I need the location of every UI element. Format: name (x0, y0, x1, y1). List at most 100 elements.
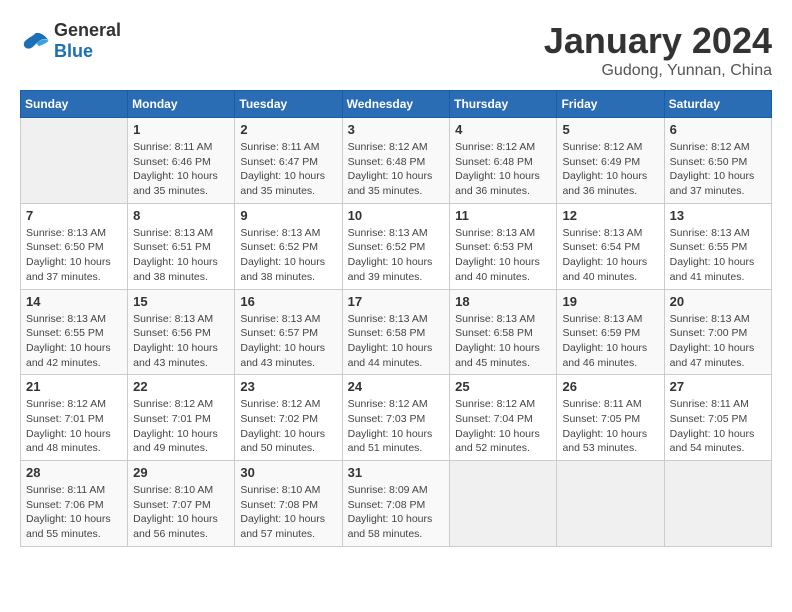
day-info: Sunrise: 8:11 AM Sunset: 7:06 PM Dayligh… (26, 483, 122, 542)
day-info: Sunrise: 8:13 AM Sunset: 6:50 PM Dayligh… (26, 226, 122, 285)
day-info: Sunrise: 8:13 AM Sunset: 6:58 PM Dayligh… (455, 312, 551, 371)
day-info: Sunrise: 8:13 AM Sunset: 6:57 PM Dayligh… (240, 312, 336, 371)
day-number: 8 (133, 208, 229, 223)
header-friday: Friday (557, 91, 664, 118)
calendar-cell-w3-d5: 19 Sunrise: 8:13 AM Sunset: 6:59 PM Dayli… (557, 289, 664, 375)
calendar-week-1: 1 Sunrise: 8:11 AM Sunset: 6:46 PM Daylig… (21, 118, 772, 204)
calendar-cell-w1-d6: 6Sunrise: 8:12 AM Sunset: 6:50 PM Daylig… (664, 118, 771, 204)
day-number: 19 (562, 294, 658, 309)
header-monday: Monday (128, 91, 235, 118)
location-subtitle: Gudong, Yunnan, China (544, 62, 772, 80)
calendar-cell-w1-d0 (21, 118, 128, 204)
calendar-cell-w2-d1: 8 Sunrise: 8:13 AM Sunset: 6:51 PM Daylig… (128, 203, 235, 289)
day-info: Sunrise: 8:13 AM Sunset: 6:58 PM Dayligh… (348, 312, 445, 371)
calendar-cell-w1-d3: 3 Sunrise: 8:12 AM Sunset: 6:48 PM Daylig… (342, 118, 450, 204)
day-info: Sunrise: 8:12 AM Sunset: 7:03 PM Dayligh… (348, 397, 445, 456)
day-number: 12 (562, 208, 658, 223)
day-number: 18 (455, 294, 551, 309)
day-number: 17 (348, 294, 445, 309)
day-number: 5 (562, 122, 658, 137)
day-number: 9 (240, 208, 336, 223)
logo-general: General (54, 20, 121, 40)
day-info: Sunrise: 8:10 AM Sunset: 7:08 PM Dayligh… (240, 483, 336, 542)
calendar-cell-w3-d2: 16Sunrise: 8:13 AM Sunset: 6:57 PM Dayli… (235, 289, 342, 375)
calendar-cell-w3-d1: 15Sunrise: 8:13 AM Sunset: 6:56 PM Dayli… (128, 289, 235, 375)
calendar-cell-w2-d0: 7 Sunrise: 8:13 AM Sunset: 6:50 PM Daylig… (21, 203, 128, 289)
day-number: 22 (133, 379, 229, 394)
day-info: Sunrise: 8:13 AM Sunset: 6:55 PM Dayligh… (670, 226, 766, 285)
day-number: 29 (133, 465, 229, 480)
day-info: Sunrise: 8:10 AM Sunset: 7:07 PM Dayligh… (133, 483, 229, 542)
calendar-cell-w3-d0: 14 Sunrise: 8:13 AM Sunset: 6:55 PM Dayli… (21, 289, 128, 375)
day-number: 3 (348, 122, 445, 137)
day-number: 4 (455, 122, 551, 137)
header-tuesday: Tuesday (235, 91, 342, 118)
calendar-cell-w3-d4: 18 Sunrise: 8:13 AM Sunset: 6:58 PM Dayli… (450, 289, 557, 375)
header-sunday: Sunday (21, 91, 128, 118)
day-number: 23 (240, 379, 336, 394)
calendar-cell-w3-d3: 17 Sunrise: 8:13 AM Sunset: 6:58 PM Dayli… (342, 289, 450, 375)
calendar-cell-w2-d5: 12Sunrise: 8:13 AM Sunset: 6:54 PM Dayli… (557, 203, 664, 289)
calendar-cell-w4-d3: 24 Sunrise: 8:12 AM Sunset: 7:03 PM Dayli… (342, 375, 450, 461)
day-info: Sunrise: 8:09 AM Sunset: 7:08 PM Dayligh… (348, 483, 445, 542)
day-number: 1 (133, 122, 229, 137)
day-info: Sunrise: 8:12 AM Sunset: 6:49 PM Dayligh… (562, 140, 658, 199)
header: General Blue January 2024 Gudong, Yunnan… (20, 20, 772, 80)
day-number: 25 (455, 379, 551, 394)
calendar-cell-w5-d3: 31 Sunrise: 8:09 AM Sunset: 7:08 PM Dayli… (342, 461, 450, 547)
calendar-cell-w1-d1: 1 Sunrise: 8:11 AM Sunset: 6:46 PM Daylig… (128, 118, 235, 204)
calendar-cell-w1-d5: 5 Sunrise: 8:12 AM Sunset: 6:49 PM Daylig… (557, 118, 664, 204)
calendar-cell-w2-d4: 11 Sunrise: 8:13 AM Sunset: 6:53 PM Dayli… (450, 203, 557, 289)
logo: General Blue (20, 20, 121, 62)
calendar-cell-w1-d2: 2 Sunrise: 8:11 AM Sunset: 6:47 PM Daylig… (235, 118, 342, 204)
month-year-title: January 2024 (544, 20, 772, 62)
day-info: Sunrise: 8:12 AM Sunset: 6:48 PM Dayligh… (455, 140, 551, 199)
calendar-cell-w4-d4: 25 Sunrise: 8:12 AM Sunset: 7:04 PM Dayli… (450, 375, 557, 461)
calendar-header-row: Sunday Monday Tuesday Wednesday Thursday… (21, 91, 772, 118)
day-number: 24 (348, 379, 445, 394)
calendar-cell-w5-d6 (664, 461, 771, 547)
day-number: 30 (240, 465, 336, 480)
day-number: 14 (26, 294, 122, 309)
calendar-cell-w5-d2: 30 Sunrise: 8:10 AM Sunset: 7:08 PM Dayli… (235, 461, 342, 547)
day-number: 2 (240, 122, 336, 137)
day-number: 11 (455, 208, 551, 223)
logo-blue: Blue (54, 41, 93, 61)
header-wednesday: Wednesday (342, 91, 450, 118)
calendar-cell-w4-d6: 27 Sunrise: 8:11 AM Sunset: 7:05 PM Dayli… (664, 375, 771, 461)
calendar-cell-w2-d2: 9 Sunrise: 8:13 AM Sunset: 6:52 PM Daylig… (235, 203, 342, 289)
calendar-cell-w5-d0: 28 Sunrise: 8:11 AM Sunset: 7:06 PM Dayli… (21, 461, 128, 547)
calendar-cell-w5-d5 (557, 461, 664, 547)
day-number: 20 (670, 294, 766, 309)
calendar-week-4: 21Sunrise: 8:12 AM Sunset: 7:01 PM Dayli… (21, 375, 772, 461)
calendar-cell-w2-d6: 13Sunrise: 8:13 AM Sunset: 6:55 PM Dayli… (664, 203, 771, 289)
day-info: Sunrise: 8:11 AM Sunset: 6:47 PM Dayligh… (240, 140, 336, 199)
calendar-week-5: 28 Sunrise: 8:11 AM Sunset: 7:06 PM Dayli… (21, 461, 772, 547)
calendar-cell-w5-d1: 29 Sunrise: 8:10 AM Sunset: 7:07 PM Dayli… (128, 461, 235, 547)
calendar-cell-w4-d1: 22Sunrise: 8:12 AM Sunset: 7:01 PM Dayli… (128, 375, 235, 461)
day-info: Sunrise: 8:13 AM Sunset: 6:55 PM Dayligh… (26, 312, 122, 371)
calendar-cell-w4-d5: 26Sunrise: 8:11 AM Sunset: 7:05 PM Dayli… (557, 375, 664, 461)
day-info: Sunrise: 8:13 AM Sunset: 6:52 PM Dayligh… (348, 226, 445, 285)
day-info: Sunrise: 8:11 AM Sunset: 6:46 PM Dayligh… (133, 140, 229, 199)
day-number: 15 (133, 294, 229, 309)
header-saturday: Saturday (664, 91, 771, 118)
day-number: 7 (26, 208, 122, 223)
day-info: Sunrise: 8:13 AM Sunset: 7:00 PM Dayligh… (670, 312, 766, 371)
day-info: Sunrise: 8:13 AM Sunset: 6:59 PM Dayligh… (562, 312, 658, 371)
calendar-table: Sunday Monday Tuesday Wednesday Thursday… (20, 90, 772, 547)
day-info: Sunrise: 8:12 AM Sunset: 7:02 PM Dayligh… (240, 397, 336, 456)
day-info: Sunrise: 8:13 AM Sunset: 6:52 PM Dayligh… (240, 226, 336, 285)
logo-text: General Blue (54, 20, 121, 62)
day-info: Sunrise: 8:12 AM Sunset: 6:48 PM Dayligh… (348, 140, 445, 199)
day-info: Sunrise: 8:12 AM Sunset: 7:01 PM Dayligh… (26, 397, 122, 456)
day-info: Sunrise: 8:11 AM Sunset: 7:05 PM Dayligh… (670, 397, 766, 456)
day-info: Sunrise: 8:12 AM Sunset: 7:04 PM Dayligh… (455, 397, 551, 456)
calendar-cell-w5-d4 (450, 461, 557, 547)
day-number: 31 (348, 465, 445, 480)
day-number: 28 (26, 465, 122, 480)
day-info: Sunrise: 8:13 AM Sunset: 6:53 PM Dayligh… (455, 226, 551, 285)
day-info: Sunrise: 8:13 AM Sunset: 6:51 PM Dayligh… (133, 226, 229, 285)
day-number: 27 (670, 379, 766, 394)
day-info: Sunrise: 8:11 AM Sunset: 7:05 PM Dayligh… (562, 397, 658, 456)
